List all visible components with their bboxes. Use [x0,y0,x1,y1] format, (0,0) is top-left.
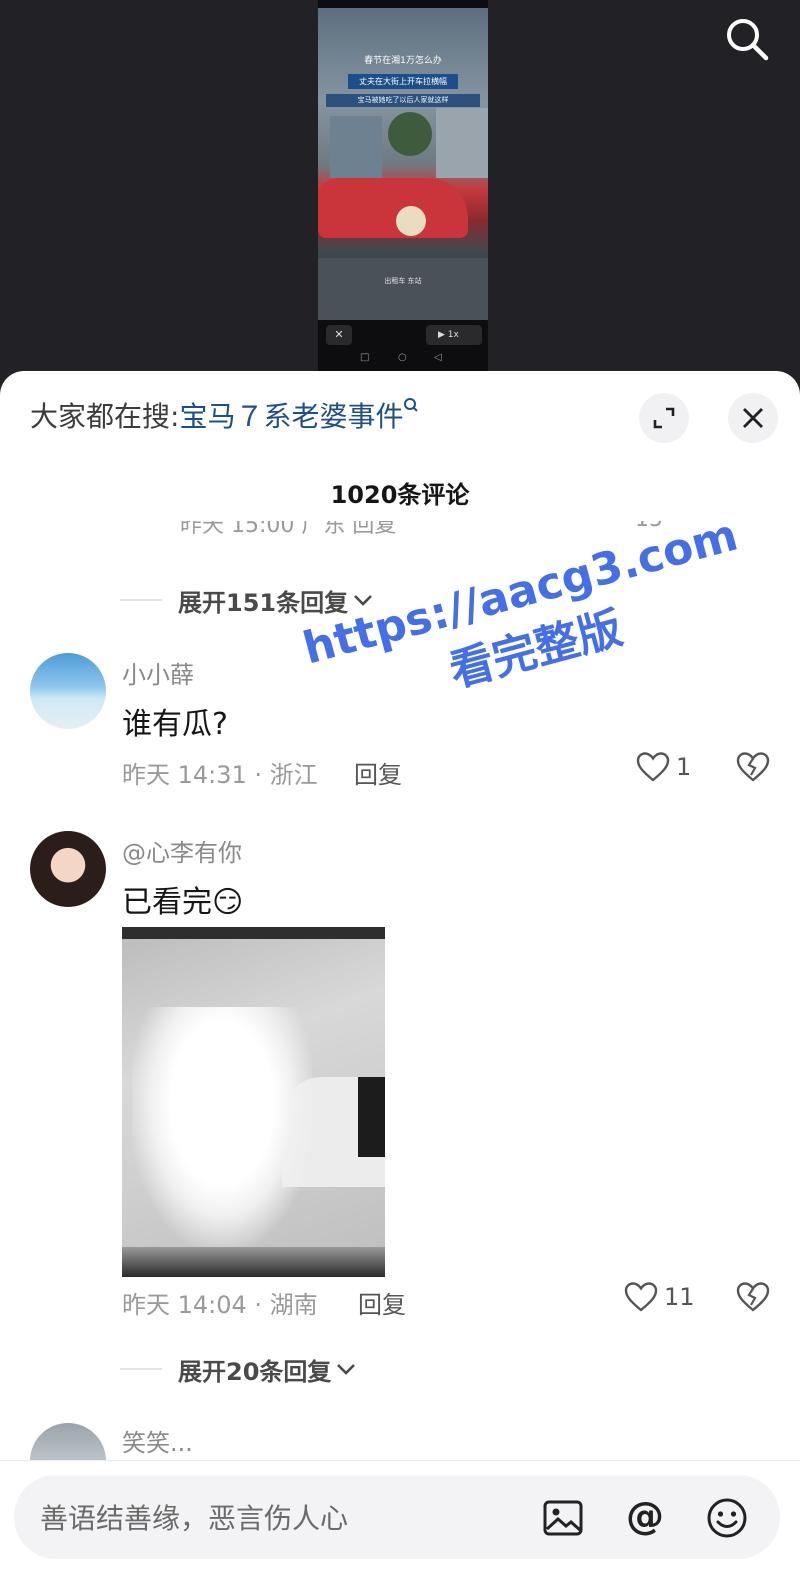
screen: 春节在湘1万怎么办 丈夫在大街上开车拉横幅 宝马被她吃了以后人家就这样 出租车 … [0,0,800,1578]
avatar[interactable] [30,653,106,729]
reply-button[interactable]: 回复 [358,1285,406,1320]
close-button[interactable] [728,393,778,443]
like-button[interactable]: 1 [636,751,691,783]
play-button[interactable]: ▶ 1x [426,325,482,345]
like-count: 11 [664,1283,695,1311]
video-player[interactable]: 春节在湘1万怎么办 丈夫在大街上开车拉横幅 宝马被她吃了以后人家就这样 出租车 … [0,0,800,400]
phone-nav-bar: □ ○ ◁ [318,350,488,370]
search-icon[interactable] [722,14,772,64]
expand-button[interactable] [639,393,689,443]
video-tree [388,112,432,156]
video-car [318,178,468,238]
at-mention-icon[interactable]: @ [622,1495,668,1541]
video-helmet [396,206,426,236]
comment-input-placeholder: 善语结善缘，恶言伤人心 [40,1502,349,1535]
comment-meta: 昨天 14:31 · 浙江 [122,761,318,789]
svg-text:@: @ [626,1495,664,1538]
video-title-line3: 宝马被她吃了以后人家就这样 [326,94,480,107]
close-icon [743,408,763,428]
comment-author[interactable]: @心李有你 [122,833,242,868]
previous-comment-meta-text: 昨天 15:00 广东 回复 [180,521,397,538]
expand-icon [653,407,675,429]
video-controls: ✕ ▶ 1x [318,322,488,348]
comment-author[interactable]: 小小薛 [122,655,194,690]
hot-search-banner[interactable]: 大家都在搜:宝马７系老婆事件 [30,397,419,437]
comment-meta: 昨天 14:04 · 湖南 [122,1291,318,1319]
playback-speed: 1x [447,330,459,340]
video-caption: 出租车 东站 [384,277,422,285]
broken-heart-icon[interactable] [736,1281,770,1313]
avatar[interactable] [30,831,106,907]
hot-search-term[interactable]: 宝马７系老婆事件 [179,400,403,433]
image-bottom-shadow [122,1247,385,1277]
divider [120,1368,162,1370]
back-triangle-icon: ◁ [434,352,442,363]
video-frame: 春节在湘1万怎么办 丈夫在大街上开车拉横幅 宝马被她吃了以后人家就这样 出租车 … [318,0,488,372]
search-icon [404,398,419,412]
comment-image[interactable] [122,927,385,1277]
comment-input-bar: 善语结善缘，恶言伤人心 @ [0,1460,800,1578]
circle-icon: ○ [398,352,407,363]
video-bottom [318,258,488,320]
video-content: 春节在湘1万怎么办 丈夫在大街上开车拉横幅 宝马被她吃了以后人家就这样 出租车 … [318,8,488,320]
comment-count-title: 1020条评论 [330,481,470,509]
divider [120,599,162,601]
emoji-icon[interactable] [704,1495,750,1541]
video-title-line1: 春节在湘1万怎么办 [364,56,442,66]
video-building [330,116,382,178]
comment-text: 已看完😏 [122,885,244,920]
comment-author[interactable]: 笑笑... [122,1423,193,1458]
expand-replies-label: 展开151条回复 [178,588,349,617]
video-building-2 [436,108,488,178]
close-icon[interactable]: ✕ [326,325,352,345]
broken-heart-icon[interactable] [736,751,770,783]
heart-icon [624,1282,658,1312]
like-button[interactable]: 11 [624,1281,695,1313]
image-white-blob [132,1007,312,1247]
like-count: 1 [676,753,692,781]
image-dark-object [358,1077,385,1157]
expand-replies-button[interactable]: 展开20条回复 [120,1351,357,1387]
comment-input[interactable]: 善语结善缘，恶言伤人心 @ [14,1475,780,1559]
hot-search-prefix: 大家都在搜: [30,400,180,433]
image-icon[interactable] [540,1495,586,1541]
chevron-down-icon [337,1364,356,1375]
heart-icon [636,752,670,782]
comment-text: 谁有瓜? [122,707,228,742]
video-title-line2: 丈夫在大街上开车拉横幅 [348,74,458,89]
square-icon: □ [360,352,370,363]
expand-replies-label: 展开20条回复 [178,1357,332,1386]
